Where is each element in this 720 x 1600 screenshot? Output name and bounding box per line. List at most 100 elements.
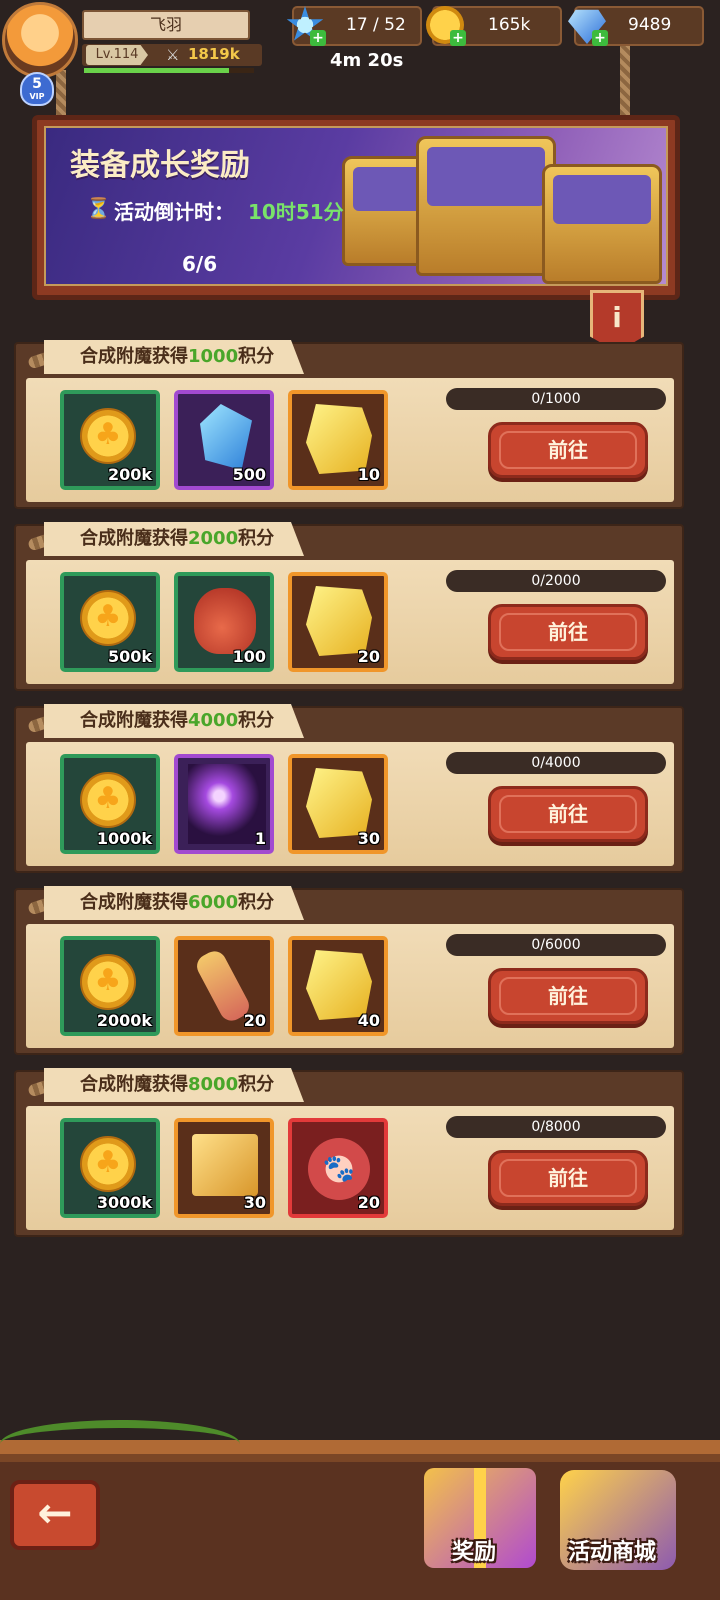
go-button[interactable]: 前往 bbox=[488, 1150, 648, 1206]
task-title: 合成附魔获得1000积分 bbox=[44, 340, 304, 374]
vine-decoration bbox=[0, 1420, 240, 1468]
reward-item[interactable]: ♣ 200k bbox=[60, 390, 160, 490]
task-title: 合成附魔获得6000积分 bbox=[44, 886, 304, 920]
go-button-label: 前往 bbox=[548, 438, 588, 462]
reward-quantity: 3000k bbox=[96, 1193, 152, 1212]
reward-quantity: 20 bbox=[357, 647, 380, 666]
reward-quantity: 1000k bbox=[96, 829, 152, 848]
treasure-chest-icon bbox=[542, 164, 662, 284]
event-title: 装备成长奖励 bbox=[70, 148, 250, 183]
task-title-num: 8000 bbox=[188, 1074, 239, 1095]
plus-icon[interactable]: + bbox=[310, 30, 326, 46]
go-button[interactable]: 前往 bbox=[488, 786, 648, 842]
rewards-tab-label[interactable]: 奖励 bbox=[452, 1534, 496, 1566]
stamina-resource[interactable]: + 17 / 52 bbox=[286, 6, 422, 46]
reward-item[interactable]: 20 bbox=[288, 572, 388, 672]
reward-quantity: 20 bbox=[357, 1193, 380, 1212]
back-button[interactable]: ← bbox=[10, 1480, 100, 1550]
task-title-post: 积分 bbox=[238, 892, 275, 913]
plus-icon[interactable]: + bbox=[450, 30, 466, 46]
task-title-num: 1000 bbox=[188, 346, 239, 367]
task-title-num: 6000 bbox=[188, 892, 239, 913]
task-title-pre: 合成附魔获得 bbox=[80, 528, 188, 549]
task-title-pre: 合成附魔获得 bbox=[80, 892, 188, 913]
go-button-label: 前往 bbox=[548, 802, 588, 826]
crossed-swords-icon: ⚔ bbox=[166, 46, 180, 64]
reward-item[interactable]: ♣ 3000k bbox=[60, 1118, 160, 1218]
task-title-pre: 合成附魔获得 bbox=[80, 1074, 188, 1095]
reward-item[interactable]: ♣ 2000k bbox=[60, 936, 160, 1036]
back-arrow-icon: ← bbox=[37, 1488, 73, 1537]
gold-coin-icon: ♣ bbox=[80, 772, 136, 828]
rope-decoration bbox=[620, 40, 630, 120]
gold-plus-wrap[interactable]: + bbox=[426, 6, 466, 46]
reward-item[interactable]: 1 bbox=[174, 754, 274, 854]
task-title-num: 4000 bbox=[188, 710, 239, 731]
reward-item[interactable]: 🐾 20 bbox=[288, 1118, 388, 1218]
gem-value: 9489 bbox=[628, 15, 672, 35]
gold-coin-icon: ♣ bbox=[80, 1136, 136, 1192]
go-button[interactable]: 前往 bbox=[488, 604, 648, 660]
task-title-pre: 合成附魔获得 bbox=[80, 346, 188, 367]
task-title-num: 2000 bbox=[188, 528, 239, 549]
gem-plus-wrap[interactable]: + bbox=[568, 6, 608, 46]
player-name: 飞羽 bbox=[82, 10, 250, 40]
gold-resource[interactable]: + 165k bbox=[426, 6, 562, 46]
xp-bar-fill bbox=[84, 68, 229, 73]
reward-item[interactable]: 10 bbox=[288, 390, 388, 490]
reward-quantity: 500 bbox=[232, 465, 266, 484]
task-progress: 0/8000 bbox=[446, 1116, 666, 1138]
gold-coin-icon: ♣ bbox=[80, 408, 136, 464]
reward-quantity: 1 bbox=[254, 829, 266, 848]
player-avatar[interactable] bbox=[2, 2, 78, 78]
reward-item[interactable]: 100 bbox=[174, 572, 274, 672]
gold-ore-icon bbox=[306, 586, 372, 656]
rope-decoration bbox=[56, 70, 66, 120]
task-progress: 0/4000 bbox=[446, 752, 666, 774]
gold-coin-icon: ♣ bbox=[80, 590, 136, 646]
gold-coin-icon: ♣ bbox=[80, 954, 136, 1010]
reward-item[interactable]: 500 bbox=[174, 390, 274, 490]
reward-quantity: 30 bbox=[357, 829, 380, 848]
gold-ore-icon bbox=[306, 768, 372, 838]
plus-icon[interactable]: + bbox=[592, 30, 608, 46]
reward-quantity: 10 bbox=[357, 465, 380, 484]
vip-badge[interactable]: 5 VIP bbox=[20, 72, 54, 106]
task-title: 合成附魔获得2000积分 bbox=[44, 522, 304, 556]
reward-quantity: 40 bbox=[357, 1011, 380, 1030]
reward-item[interactable]: 30 bbox=[174, 1118, 274, 1218]
vip-label: VIP bbox=[29, 92, 45, 101]
reward-quantity: 200k bbox=[107, 465, 152, 484]
event-shop-tab-label[interactable]: 活动商城 bbox=[568, 1534, 656, 1566]
reward-item[interactable]: 30 bbox=[288, 754, 388, 854]
task-title-post: 积分 bbox=[238, 1074, 275, 1095]
go-button[interactable]: 前往 bbox=[488, 968, 648, 1024]
gold-value: 165k bbox=[488, 15, 531, 35]
task-progress: 0/2000 bbox=[446, 570, 666, 592]
gold-ore-icon bbox=[306, 404, 372, 474]
go-button[interactable]: 前往 bbox=[488, 422, 648, 478]
reward-item[interactable]: 40 bbox=[288, 936, 388, 1036]
go-button-label: 前往 bbox=[548, 620, 588, 644]
paw-token-icon: 🐾 bbox=[308, 1138, 370, 1200]
reward-item[interactable]: ♣ 500k bbox=[60, 572, 160, 672]
task-progress: 0/6000 bbox=[446, 934, 666, 956]
reward-quantity: 500k bbox=[107, 647, 152, 666]
go-button-label: 前往 bbox=[548, 1166, 588, 1190]
task-title-post: 积分 bbox=[238, 710, 275, 731]
reward-quantity: 30 bbox=[243, 1193, 266, 1212]
reward-quantity: 2000k bbox=[96, 1011, 152, 1030]
stamina-timer: 4m 20s bbox=[330, 50, 404, 71]
reward-item[interactable]: ♣ 1000k bbox=[60, 754, 160, 854]
stamina-value: 17 / 52 bbox=[346, 15, 406, 35]
gem-resource[interactable]: + 9489 bbox=[568, 6, 704, 46]
level-badge: Lv.114 bbox=[86, 45, 148, 65]
gold-ore-icon bbox=[306, 950, 372, 1020]
countdown-label: 活动倒计时： bbox=[114, 200, 234, 224]
spell-book-icon bbox=[192, 1134, 258, 1196]
event-progress: 6/6 bbox=[182, 252, 218, 276]
reward-item[interactable]: 20 bbox=[174, 936, 274, 1036]
stamina-plus-wrap[interactable]: + bbox=[286, 6, 326, 46]
task-progress: 0/1000 bbox=[446, 388, 666, 410]
task-title: 合成附魔获得4000积分 bbox=[44, 704, 304, 738]
